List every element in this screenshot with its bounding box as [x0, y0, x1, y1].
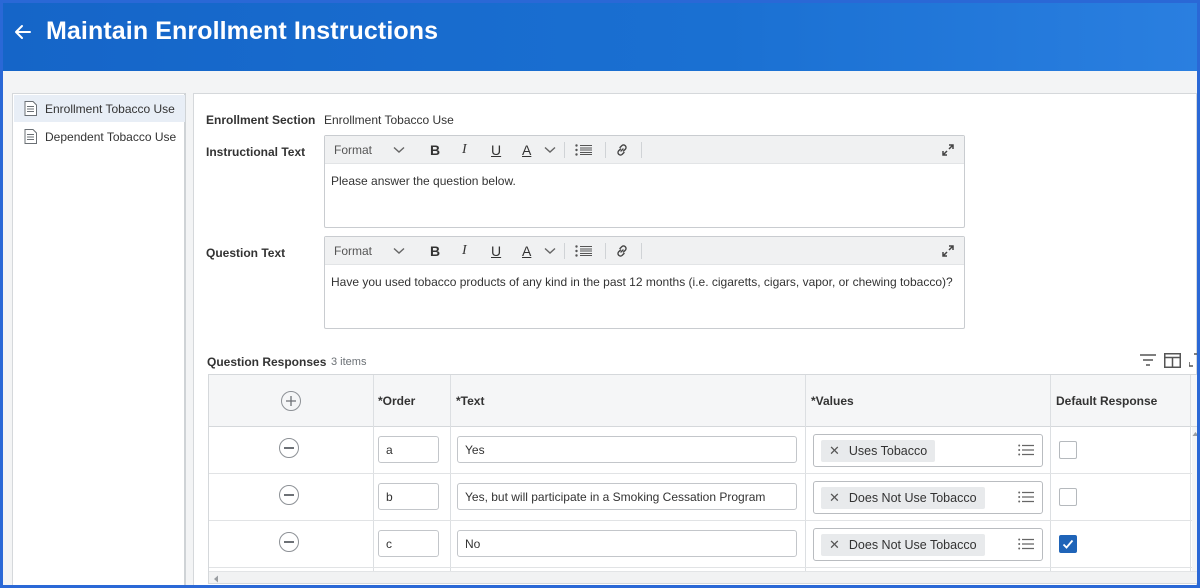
toolbar-divider	[641, 142, 642, 158]
expand-icon[interactable]	[942, 237, 954, 265]
close-icon[interactable]: ✕	[829, 490, 840, 506]
table-row: a Yes ✕ Uses Tobacco	[209, 427, 1197, 474]
value-pill-label: Does Not Use Tobacco	[848, 491, 977, 505]
default-response-checkbox[interactable]	[1059, 535, 1077, 553]
font-color-button[interactable]: A	[522, 136, 531, 164]
column-header-values[interactable]: *Values	[806, 375, 1051, 427]
page-title: Maintain Enrollment Instructions	[46, 17, 439, 45]
underline-button[interactable]: U	[491, 237, 501, 265]
editor-toolbar: Format B I U A	[325, 136, 964, 164]
toolbar-divider	[605, 243, 606, 259]
order-input[interactable]: c	[378, 530, 439, 557]
document-icon	[24, 129, 37, 144]
chevron-down-icon[interactable]	[544, 237, 556, 265]
column-header-default-response[interactable]: Default Response	[1051, 375, 1191, 427]
question-text-content: Have you used tobacco products of any ki…	[331, 275, 953, 289]
chevron-down-icon[interactable]	[393, 237, 405, 265]
arrow-left-icon[interactable]	[11, 20, 35, 44]
question-responses-title: Question Responses	[207, 355, 327, 369]
value-pill[interactable]: ✕ Does Not Use Tobacco	[821, 534, 985, 556]
filter-icon[interactable]	[1140, 351, 1156, 369]
font-color-button[interactable]: A	[522, 237, 531, 265]
order-input[interactable]: a	[378, 436, 439, 463]
content-area: Enrollment Tobacco Use Dependent Tobacco…	[3, 71, 1197, 585]
vertical-scrollbar[interactable]	[1192, 427, 1197, 575]
value-pill-label: Uses Tobacco	[848, 444, 928, 458]
close-icon[interactable]: ✕	[829, 537, 840, 553]
sidebar: Enrollment Tobacco Use Dependent Tobacco…	[12, 93, 186, 585]
instructional-text-content: Please answer the question below.	[331, 174, 516, 188]
column-header-order[interactable]: *Order	[373, 375, 451, 427]
bold-button[interactable]: B	[430, 237, 440, 265]
column-header-text[interactable]: *Text	[451, 375, 806, 427]
fullscreen-icon[interactable]	[1189, 351, 1197, 369]
items-count: 3 items	[331, 356, 367, 368]
sidebar-item-enrollment-tobacco-use[interactable]: Enrollment Tobacco Use	[14, 95, 185, 122]
default-response-checkbox[interactable]	[1059, 488, 1077, 506]
question-text-label: Question Text	[206, 246, 286, 260]
underline-button[interactable]: U	[491, 136, 501, 164]
scroll-left-icon[interactable]	[213, 575, 219, 583]
italic-button[interactable]: I	[462, 237, 467, 265]
order-input[interactable]: b	[378, 483, 439, 510]
sidebar-item-label: Dependent Tobacco Use	[45, 129, 177, 144]
sidebar-item-label: Enrollment Tobacco Use	[45, 101, 175, 116]
table-row: c No ✕ Does Not Use Tobacco	[209, 521, 1197, 568]
chevron-down-icon[interactable]	[393, 136, 405, 164]
value-pill[interactable]: ✕ Does Not Use Tobacco	[821, 487, 985, 509]
remove-row-button[interactable]	[279, 485, 299, 505]
page-header: Maintain Enrollment Instructions	[3, 3, 1197, 71]
app-window: Maintain Enrollment Instructions Enrollm…	[0, 0, 1200, 588]
editor-toolbar: Format B I U A	[325, 237, 964, 265]
close-icon[interactable]: ✕	[829, 443, 840, 459]
horizontal-scrollbar[interactable]	[209, 571, 1197, 583]
bold-button[interactable]: B	[430, 136, 440, 164]
toolbar-divider	[564, 142, 565, 158]
enrollment-section-value: Enrollment Tobacco Use	[324, 113, 454, 127]
main-panel: Enrollment Section Enrollment Tobacco Us…	[193, 93, 1197, 585]
expand-icon[interactable]	[942, 136, 954, 164]
toolbar-divider	[641, 243, 642, 259]
add-row-button[interactable]	[281, 391, 301, 411]
text-input[interactable]: Yes	[457, 436, 797, 463]
italic-button[interactable]: I	[462, 136, 467, 164]
format-dropdown[interactable]: Format	[334, 136, 372, 164]
toolbar-divider	[564, 243, 565, 259]
values-selector[interactable]: ✕ Uses Tobacco	[813, 434, 1043, 467]
chevron-down-icon[interactable]	[544, 136, 556, 164]
text-input[interactable]: Yes, but will participate in a Smoking C…	[457, 483, 797, 510]
add-row-cell	[209, 375, 373, 427]
document-icon	[24, 101, 37, 116]
question-text-editor[interactable]: Format B I U A Have you used tobacco pro…	[324, 236, 965, 329]
values-selector[interactable]: ✕ Does Not Use Tobacco	[813, 528, 1043, 561]
values-selector[interactable]: ✕ Does Not Use Tobacco	[813, 481, 1043, 514]
link-icon[interactable]	[615, 237, 629, 265]
remove-row-button[interactable]	[279, 438, 299, 458]
table-row: b Yes, but will participate in a Smoking…	[209, 474, 1197, 521]
sidebar-item-dependent-tobacco-use[interactable]: Dependent Tobacco Use	[14, 123, 185, 150]
toolbar-divider	[605, 142, 606, 158]
format-dropdown[interactable]: Format	[334, 237, 372, 265]
value-pill[interactable]: ✕ Uses Tobacco	[821, 440, 936, 462]
list-icon[interactable]	[1018, 491, 1034, 506]
link-icon[interactable]	[615, 136, 629, 164]
instructional-text-label: Instructional Text	[206, 145, 306, 159]
question-responses-table: *Order *Text *Values Default Response a …	[208, 374, 1197, 584]
instructional-text-editor[interactable]: Format B I U A Please answer the questio…	[324, 135, 965, 228]
column-layout-icon[interactable]	[1164, 351, 1181, 369]
text-input[interactable]: No	[457, 530, 797, 557]
enrollment-section-label: Enrollment Section	[206, 113, 316, 127]
bullet-list-icon[interactable]	[575, 237, 593, 265]
list-icon[interactable]	[1018, 538, 1034, 553]
value-pill-label: Does Not Use Tobacco	[848, 538, 977, 552]
default-response-checkbox[interactable]	[1059, 441, 1077, 459]
bullet-list-icon[interactable]	[575, 136, 593, 164]
list-icon[interactable]	[1018, 444, 1034, 459]
remove-row-button[interactable]	[279, 532, 299, 552]
checkmark-icon	[1062, 539, 1074, 549]
